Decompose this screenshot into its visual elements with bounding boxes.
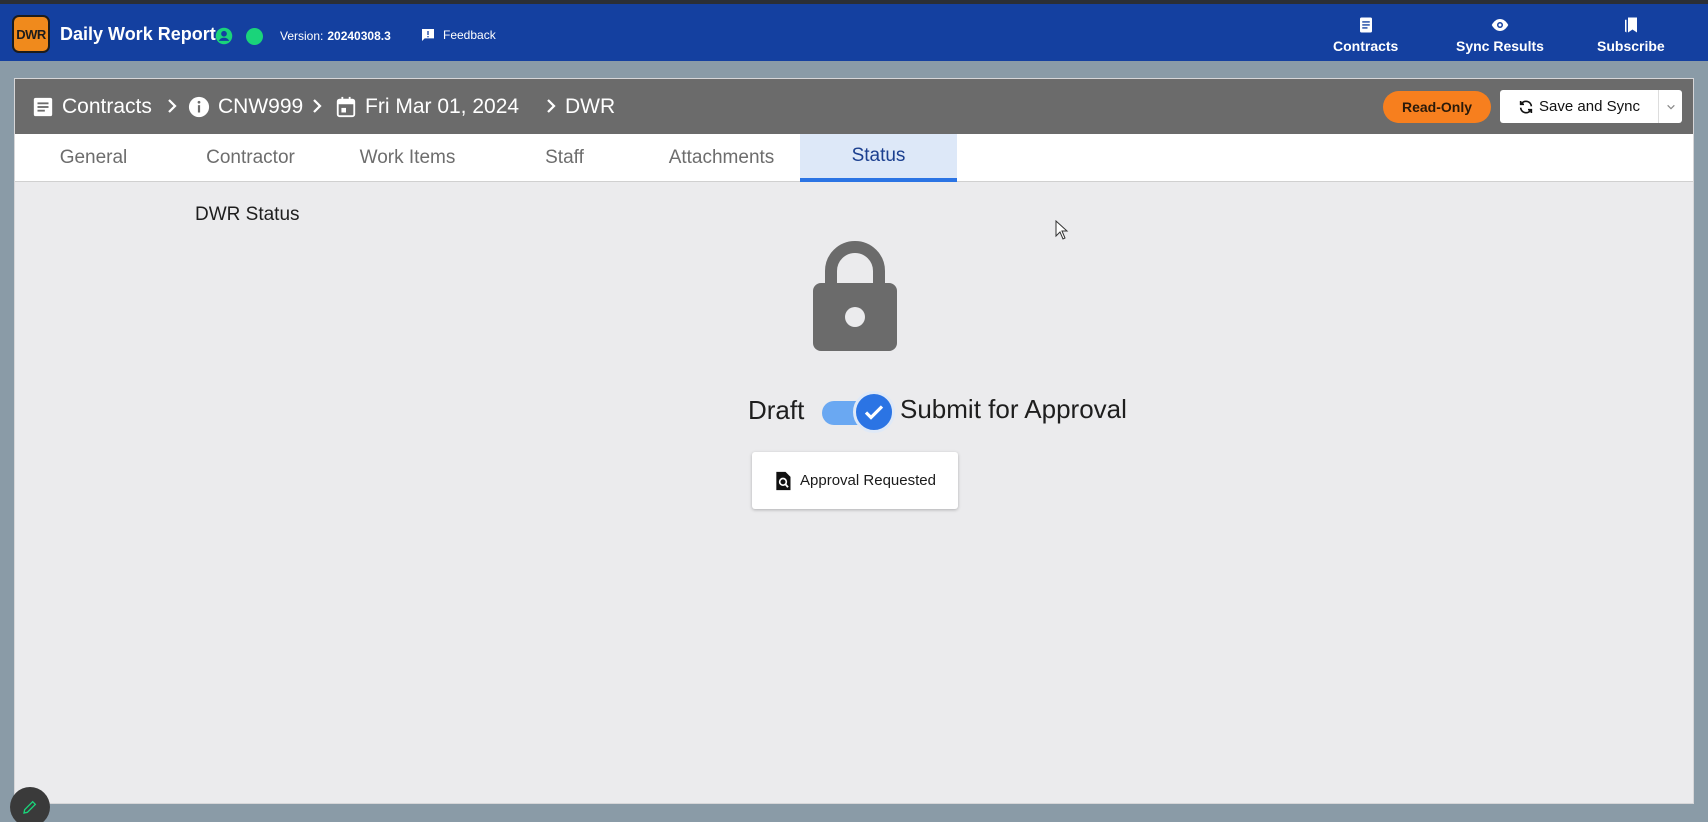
calendar-icon [336, 96, 356, 117]
breadcrumb-date[interactable]: Fri Mar 01, 2024 [335, 79, 519, 134]
approval-requested-label: Approval Requested [800, 472, 936, 489]
section-title: DWR Status [195, 204, 300, 225]
chevron-down-icon [1666, 104, 1675, 110]
approval-toggle-switch[interactable] [853, 391, 895, 433]
tab-status[interactable]: Status [800, 134, 957, 182]
breadcrumb-contract-id-label: CNW999 [218, 94, 304, 118]
feedback-icon [422, 29, 434, 41]
version-label: Version: [280, 29, 324, 43]
tab-work-items[interactable]: Work Items [329, 134, 486, 182]
save-options-dropdown[interactable] [1658, 90, 1682, 123]
chevron-right-icon [313, 99, 322, 113]
online-status-indicator [246, 28, 263, 45]
document-icon [1359, 17, 1372, 33]
document-icon [33, 97, 53, 116]
breadcrumb-contract-id[interactable]: CNW999 [188, 79, 303, 134]
mouse-cursor-icon [1055, 220, 1069, 240]
nav-contracts-button[interactable]: Contracts [1333, 16, 1398, 54]
bookmarks-icon [1624, 17, 1637, 33]
edit-fab-button[interactable] [10, 787, 50, 822]
breadcrumb-contracts-label: Contracts [62, 94, 152, 118]
nav-subscribe-label: Subscribe [1597, 38, 1665, 54]
tab-bar: General Contractor Work Items Staff Atta… [15, 134, 1693, 182]
lock-icon [813, 241, 897, 351]
nav-sync-results-label: Sync Results [1456, 38, 1544, 54]
tab-contractor[interactable]: Contractor [172, 134, 329, 182]
chevron-right-icon [168, 99, 177, 113]
tab-general[interactable]: General [15, 134, 172, 182]
breadcrumb-report-label: DWR [565, 94, 616, 118]
app-bar: DWR Daily Work Report Version: 20240308.3… [0, 4, 1708, 61]
breadcrumb-contracts[interactable]: Contracts [32, 79, 152, 134]
user-account-icon[interactable] [215, 27, 233, 45]
document-search-icon [776, 471, 791, 490]
version-number: 20240308.3 [327, 29, 391, 43]
submit-for-approval-label: Submit for Approval [900, 394, 1127, 424]
app-logo: DWR [12, 15, 50, 53]
breadcrumb-date-label: Fri Mar 01, 2024 [365, 94, 520, 118]
pencil-icon [23, 800, 37, 814]
version-info: Version: 20240308.3 [280, 29, 391, 43]
feedback-link[interactable]: Feedback [420, 27, 496, 43]
breadcrumb-report: DWR [565, 79, 615, 134]
app-title: Daily Work Report [60, 24, 216, 44]
status-toggle-row: Draft Submit for Approval [15, 389, 1693, 433]
read-only-badge: Read-Only [1383, 91, 1491, 123]
nav-subscribe-button[interactable]: Subscribe [1597, 16, 1665, 54]
eye-icon [1491, 19, 1509, 31]
report-card: Contracts CNW999 Fri Mar 01, 2024 DWR Re… [14, 78, 1694, 804]
tab-staff[interactable]: Staff [486, 134, 643, 182]
save-and-sync-button[interactable]: Save and Sync [1500, 90, 1658, 123]
save-and-sync-label: Save and Sync [1539, 98, 1640, 115]
breadcrumb-header: Contracts CNW999 Fri Mar 01, 2024 DWR Re… [15, 79, 1693, 134]
sync-icon [1519, 99, 1533, 114]
approval-requested-button[interactable]: Approval Requested [752, 452, 958, 509]
tab-attachments[interactable]: Attachments [643, 134, 800, 182]
draft-label: Draft [748, 395, 805, 425]
check-icon [864, 405, 884, 420]
nav-sync-results-button[interactable]: Sync Results [1456, 16, 1544, 54]
info-icon [188, 96, 210, 117]
feedback-label: Feedback [443, 28, 496, 42]
nav-contracts-label: Contracts [1333, 38, 1399, 54]
chevron-right-icon [547, 99, 556, 113]
